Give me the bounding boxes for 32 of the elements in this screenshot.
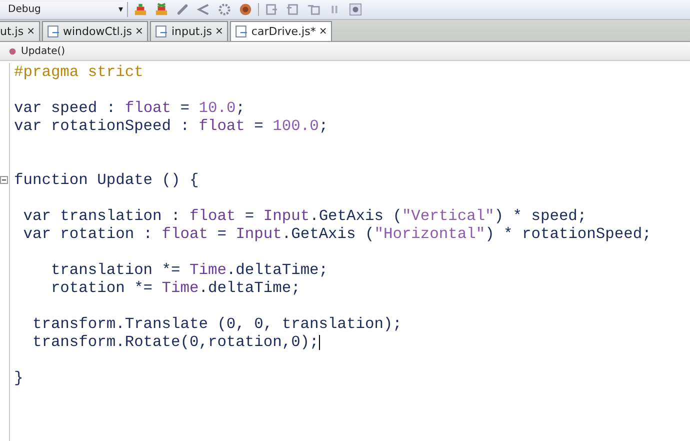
stop-icon[interactable]: [239, 3, 252, 16]
file-tab[interactable]: ut.js ×: [0, 21, 40, 41]
close-icon[interactable]: ×: [318, 26, 328, 37]
method-icon: [8, 46, 17, 56]
rebuild-icon[interactable]: [155, 3, 168, 16]
file-tab[interactable]: input.js ×: [150, 21, 228, 41]
code-line: rotation *= Time.deltaTime;: [50, 279, 300, 297]
code-line: var rotation : float = Input.GetAxis ("Horizontal") * rotationSpeed;: [22, 225, 652, 243]
file-icon: [155, 25, 168, 38]
fold-icon[interactable]: [0, 176, 8, 184]
build-icon[interactable]: [134, 3, 147, 16]
file-icon: [235, 25, 248, 38]
file-tab[interactable]: windowCtl.js ×: [42, 21, 148, 41]
code-line: translation *= Time.deltaTime;: [50, 261, 328, 279]
code-line: var rotationSpeed : float = 100.0;: [14, 117, 328, 135]
code-line: }: [14, 369, 24, 387]
close-icon[interactable]: ×: [215, 26, 224, 37]
code-line: transform.Rotate(0,rotation,0);: [31, 333, 319, 351]
file-tab[interactable]: carDrive.js* ×: [230, 21, 332, 41]
code-line: var speed : float = 10.0;: [14, 99, 245, 117]
step-out-icon[interactable]: [307, 3, 320, 16]
code-line: transform.Translate (0, 0, translation);: [31, 315, 402, 333]
close-icon[interactable]: ×: [26, 26, 35, 37]
file-icon: [46, 25, 60, 38]
configuration-dropdown[interactable]: Debug ▾: [0, 2, 128, 17]
close-icon[interactable]: ×: [135, 26, 144, 37]
code-line: #pragma strict: [14, 63, 144, 81]
step-into-icon[interactable]: [265, 3, 278, 16]
code-line: var translation : float = Input.GetAxis ("Vertical") * speed;: [22, 207, 587, 225]
step-over-icon[interactable]: [286, 3, 299, 16]
breadcrumb-item[interactable]: Update(): [21, 46, 66, 56]
code-line: function Update () {: [14, 171, 199, 189]
